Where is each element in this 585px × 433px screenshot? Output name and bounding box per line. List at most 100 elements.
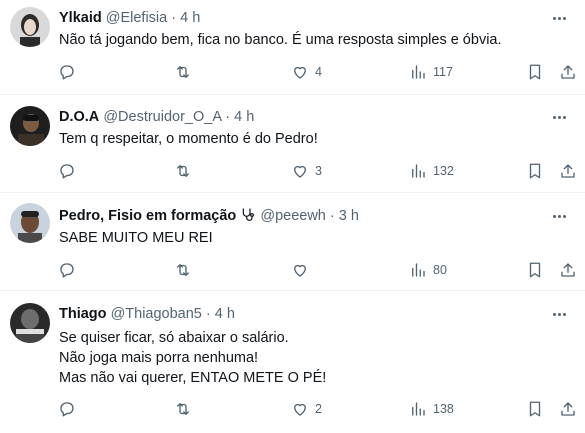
- heart-icon: [294, 403, 306, 416]
- reply-button[interactable]: [58, 62, 76, 82]
- more-options-button[interactable]: [549, 108, 569, 126]
- share-icon: [561, 402, 575, 416]
- avatar[interactable]: [10, 7, 50, 47]
- bookmark-button[interactable]: [526, 161, 544, 181]
- bookmark-icon: [529, 401, 541, 417]
- more-options-button[interactable]: [549, 9, 569, 27]
- tweet-header: D.O.A @Destruidor_O_A · 4 h: [59, 108, 254, 126]
- author-name[interactable]: Thiago: [59, 306, 107, 322]
- bookmark-button[interactable]: [526, 260, 544, 280]
- like-button[interactable]: 3: [291, 161, 322, 181]
- views-button[interactable]: 132: [409, 161, 454, 181]
- more-options-button[interactable]: [549, 207, 569, 225]
- views-button[interactable]: 138: [409, 399, 454, 419]
- like-count: 4: [315, 65, 322, 79]
- bookmark-icon: [529, 262, 541, 278]
- bookmark-icon: [529, 163, 541, 179]
- retweet-icon: [177, 165, 189, 177]
- timestamp[interactable]: 4 h: [234, 109, 254, 125]
- tweet-actions: 80: [0, 260, 585, 280]
- author-handle[interactable]: @Elefisia: [106, 10, 167, 26]
- tweet[interactable]: D.O.A @Destruidor_O_A · 4 h Tem q respei…: [0, 95, 585, 193]
- tweet-header: Thiago @Thiagoban5 · 4 h: [59, 305, 235, 323]
- author-handle[interactable]: @Thiagoban5: [111, 306, 202, 322]
- tweet[interactable]: Pedro, Fisio em formação @peeewh · 3 h S…: [0, 193, 585, 291]
- avatar[interactable]: [10, 303, 50, 343]
- separator-dot: ·: [171, 10, 177, 26]
- share-button[interactable]: [559, 260, 577, 280]
- tweet-actions: 4 117: [0, 62, 585, 82]
- tweet-text-line: Mas não vai querer, ENTAO METE O PÉ!: [59, 370, 327, 386]
- views-icon: [412, 65, 425, 79]
- tweet-text: SABE MUITO MEU REI: [59, 228, 213, 248]
- separator-dot: ·: [329, 208, 335, 224]
- bookmark-button[interactable]: [526, 399, 544, 419]
- share-icon: [561, 164, 575, 178]
- retweet-icon: [177, 66, 189, 78]
- retweet-button[interactable]: [174, 161, 192, 181]
- views-button[interactable]: 80: [409, 260, 447, 280]
- author-name[interactable]: D.O.A: [59, 109, 99, 125]
- heart-icon: [294, 165, 306, 178]
- author-name[interactable]: Pedro, Fisio em formação: [59, 208, 236, 224]
- like-count: 3: [315, 164, 322, 178]
- retweet-button[interactable]: [174, 399, 192, 419]
- share-button[interactable]: [559, 161, 577, 181]
- reply-icon: [60, 164, 74, 179]
- more-options-button[interactable]: [549, 305, 569, 323]
- retweet-icon: [177, 403, 189, 415]
- reply-icon: [60, 402, 74, 417]
- separator-dot: ·: [205, 306, 211, 322]
- reply-icon: [60, 65, 74, 80]
- tweet-text-line: Tem q respeitar, o momento é do Pedro!: [59, 131, 318, 147]
- heart-icon: [294, 66, 306, 79]
- tweet-actions: 3 132: [0, 161, 585, 181]
- tweet-text-line: Não joga mais porra nenhuma!: [59, 350, 259, 366]
- author-handle[interactable]: @peeewh: [260, 208, 326, 224]
- view-count: 138: [433, 402, 454, 416]
- bookmark-button[interactable]: [526, 62, 544, 82]
- author-handle[interactable]: @Destruidor_O_A: [103, 109, 221, 125]
- like-count: 2: [315, 402, 322, 416]
- avatar[interactable]: [10, 106, 50, 146]
- author-name[interactable]: Ylkaid: [59, 10, 102, 26]
- tweet-text-line: Se quiser ficar, só abaixar o salário.: [59, 330, 289, 346]
- tweet-actions: 2 138: [0, 399, 585, 419]
- tweet-text-line: Não tá jogando bem, fica no banco. É uma…: [59, 32, 502, 48]
- view-count: 132: [433, 164, 454, 178]
- reply-icon: [60, 263, 74, 278]
- retweet-icon: [177, 264, 189, 276]
- views-icon: [412, 402, 425, 416]
- heart-icon: [294, 264, 306, 277]
- like-button[interactable]: 2: [291, 399, 322, 419]
- timestamp[interactable]: 4 h: [180, 10, 200, 26]
- views-icon: [412, 263, 425, 277]
- timestamp[interactable]: 3 h: [339, 208, 359, 224]
- reply-button[interactable]: [58, 399, 76, 419]
- share-icon: [561, 263, 575, 277]
- reply-button[interactable]: [58, 161, 76, 181]
- separator-dot: ·: [225, 109, 231, 125]
- tweet-text: Se quiser ficar, só abaixar o salário. N…: [59, 328, 326, 388]
- stethoscope-icon: [243, 208, 255, 221]
- share-button[interactable]: [559, 62, 577, 82]
- views-icon: [412, 164, 425, 178]
- avatar[interactable]: [10, 203, 50, 243]
- views-button[interactable]: 117: [409, 62, 453, 82]
- retweet-button[interactable]: [174, 260, 192, 280]
- share-icon: [561, 65, 575, 79]
- tweet-header: Ylkaid @Elefisia · 4 h: [59, 9, 200, 27]
- tweet-text: Tem q respeitar, o momento é do Pedro!: [59, 129, 318, 149]
- view-count: 80: [433, 263, 447, 277]
- retweet-button[interactable]: [174, 62, 192, 82]
- reply-button[interactable]: [58, 260, 76, 280]
- like-button[interactable]: 4: [291, 62, 322, 82]
- tweet-header: Pedro, Fisio em formação @peeewh · 3 h: [59, 207, 359, 225]
- timestamp[interactable]: 4 h: [215, 306, 235, 322]
- tweet-text: Não tá jogando bem, fica no banco. É uma…: [59, 30, 502, 50]
- tweet[interactable]: Ylkaid @Elefisia · 4 h Não tá jogando be…: [0, 0, 585, 95]
- share-button[interactable]: [559, 399, 577, 419]
- tweet[interactable]: Thiago @Thiagoban5 · 4 h Se quiser ficar…: [0, 291, 585, 433]
- like-button[interactable]: [291, 260, 315, 280]
- tweet-text-line: SABE MUITO MEU REI: [59, 230, 213, 246]
